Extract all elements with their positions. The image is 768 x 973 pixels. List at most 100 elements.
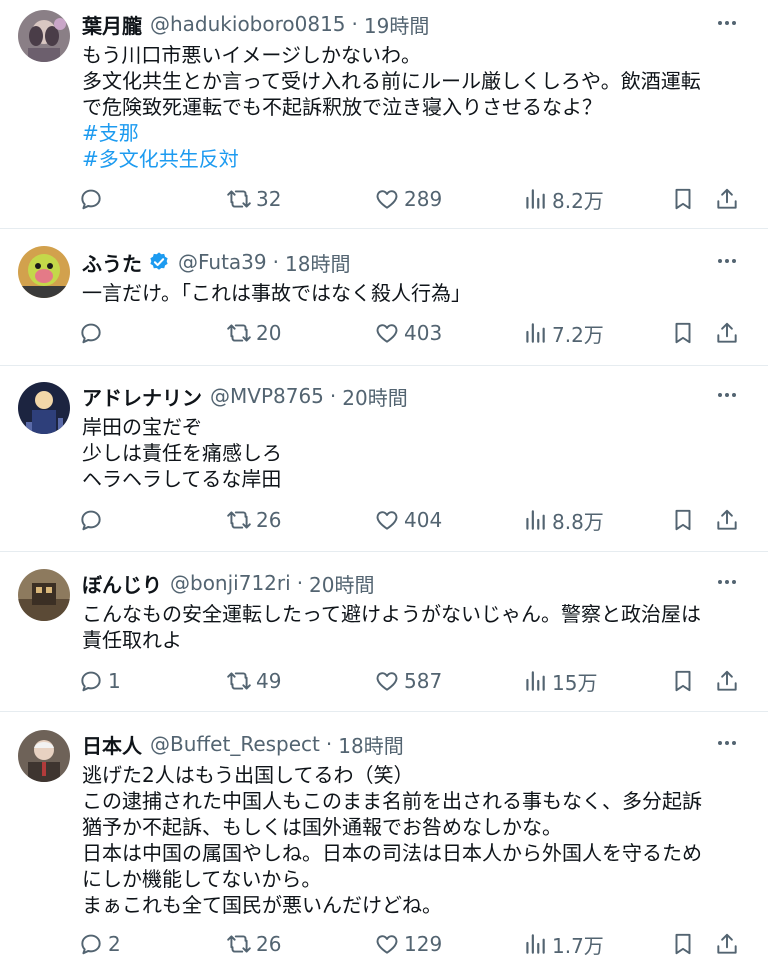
hashtag-link[interactable]: #多文化共生反対 bbox=[82, 146, 752, 172]
like-button[interactable]: 129 bbox=[374, 926, 442, 962]
avatar[interactable] bbox=[18, 382, 70, 434]
avatar[interactable] bbox=[18, 10, 70, 62]
user-handle[interactable]: @Buffet_Respect bbox=[150, 732, 320, 756]
more-icon[interactable] bbox=[712, 10, 742, 36]
user-handle[interactable]: @Futa39 bbox=[178, 250, 267, 274]
more-icon[interactable] bbox=[712, 248, 742, 274]
more-icon[interactable] bbox=[712, 569, 742, 595]
views-icon bbox=[526, 189, 545, 209]
action-bar: 2 26 129 1.7万 bbox=[78, 926, 746, 962]
bookmark-button[interactable] bbox=[670, 502, 696, 538]
tweet[interactable]: アドレナリン @MVP8765 · 20時間 岸田の宝だぞ 少しは責任を痛感しろ… bbox=[0, 378, 768, 550]
user-handle[interactable]: @MVP8765 bbox=[210, 384, 324, 408]
views-icon bbox=[526, 934, 545, 954]
retweet-button[interactable]: 32 bbox=[226, 181, 281, 217]
display-name[interactable]: アドレナリン bbox=[82, 382, 202, 411]
tweet[interactable]: 葉月朧 @hadukioboro0815 · 19時間 もう川口市悪いイメージし… bbox=[0, 6, 768, 228]
display-name[interactable]: ぼんじり bbox=[82, 569, 162, 598]
reply-icon bbox=[81, 510, 101, 531]
tweet-text: こんなもの安全運転したって避けようがないじゃん。警察と政治屋は 責任取れよ bbox=[82, 601, 752, 653]
text-line: まぁこれも全て国民が悪いんだけどね。 bbox=[82, 893, 442, 917]
share-button[interactable] bbox=[714, 315, 740, 351]
hashtag-link[interactable]: #支那 bbox=[82, 120, 752, 146]
text-line: 責任取れよ bbox=[82, 628, 182, 652]
retweet-icon bbox=[227, 190, 251, 208]
tweet-header: ふうた @Futa39 · 18時間 bbox=[82, 246, 350, 278]
bookmark-button[interactable] bbox=[670, 181, 696, 217]
text-line: こんなもの安全運転したって避けようがないじゃん。警察と政治屋は bbox=[82, 602, 701, 626]
views-button[interactable]: 1.7万 bbox=[522, 926, 604, 962]
text-line: もう川口市悪いイメージしかないわ。 bbox=[82, 43, 421, 67]
views-button[interactable]: 8.8万 bbox=[522, 502, 604, 538]
retweet-button[interactable]: 26 bbox=[226, 926, 281, 962]
bookmark-icon bbox=[675, 670, 691, 692]
reply-button[interactable] bbox=[78, 502, 108, 538]
timestamp[interactable]: 18時間 bbox=[338, 730, 403, 759]
avatar[interactable] bbox=[18, 730, 70, 782]
view-count: 8.2万 bbox=[552, 188, 604, 213]
retweet-button[interactable]: 49 bbox=[226, 663, 281, 699]
reply-button[interactable]: 2 bbox=[78, 926, 121, 962]
action-bar: 26 404 8.8万 bbox=[78, 502, 746, 538]
views-icon bbox=[526, 323, 545, 343]
retweet-count: 26 bbox=[256, 932, 282, 956]
separator: · bbox=[329, 384, 337, 408]
views-button[interactable]: 15万 bbox=[522, 663, 597, 699]
reply-button[interactable] bbox=[78, 181, 108, 217]
avatar[interactable] bbox=[18, 246, 70, 298]
retweet-button[interactable]: 26 bbox=[226, 502, 281, 538]
like-count: 129 bbox=[404, 932, 443, 956]
timestamp[interactable]: 20時間 bbox=[342, 382, 407, 411]
tweet-text: 逃げた2人はもう出国してるわ（笑） この逮捕された中国人もこのまま名前を出される… bbox=[82, 762, 752, 918]
more-icon[interactable] bbox=[712, 730, 742, 756]
views-button[interactable]: 8.2万 bbox=[522, 181, 604, 217]
like-button[interactable]: 289 bbox=[374, 181, 442, 217]
text-line: 猶予か不起訴、もしくは国外通報でお咎めなしかな。 bbox=[82, 815, 562, 839]
text-line: 多文化共生とか言って受け入れる前にルール厳しくしろや。飲酒運転 bbox=[82, 69, 701, 93]
tweet[interactable]: 日本人 @Buffet_Respect · 18時間 逃げた2人はもう出国してる… bbox=[0, 726, 768, 971]
text-line: この逮捕された中国人もこのまま名前を出される事もなく、多分起訴 bbox=[82, 789, 702, 813]
text-line: ヘラヘラしてるな岸田 bbox=[82, 467, 282, 491]
timestamp[interactable]: 19時間 bbox=[364, 10, 429, 39]
like-button[interactable]: 404 bbox=[374, 502, 442, 538]
like-count: 289 bbox=[404, 187, 443, 211]
divider bbox=[0, 365, 768, 366]
share-button[interactable] bbox=[714, 926, 740, 962]
tweet-text: 一言だけ。「これは事故ではなく殺人行為」 bbox=[82, 280, 752, 306]
divider bbox=[0, 711, 768, 712]
text-line: 一言だけ。「これは事故ではなく殺人行為」 bbox=[82, 281, 471, 305]
display-name[interactable]: 葉月朧 bbox=[82, 10, 142, 39]
share-button[interactable] bbox=[714, 502, 740, 538]
bookmark-button[interactable] bbox=[670, 315, 696, 351]
reply-button[interactable]: 1 bbox=[78, 663, 121, 699]
share-button[interactable] bbox=[714, 663, 740, 699]
like-button[interactable]: 587 bbox=[374, 663, 442, 699]
tweet[interactable]: ふうた @Futa39 · 18時間 一言だけ。「これは事故ではなく殺人行為」 … bbox=[0, 244, 768, 364]
display-name[interactable]: ふうた bbox=[82, 248, 142, 277]
bookmark-button[interactable] bbox=[670, 663, 696, 699]
user-handle[interactable]: @hadukioboro0815 bbox=[150, 12, 346, 36]
timestamp[interactable]: 20時間 bbox=[309, 569, 374, 598]
reply-count: 2 bbox=[108, 932, 121, 956]
display-name[interactable]: 日本人 bbox=[82, 730, 142, 759]
retweet-count: 49 bbox=[256, 669, 282, 693]
share-button[interactable] bbox=[714, 181, 740, 217]
like-button[interactable]: 403 bbox=[374, 315, 442, 351]
more-icon[interactable] bbox=[712, 382, 742, 408]
text-line: 少しは責任を痛感しろ bbox=[82, 441, 282, 465]
like-count: 587 bbox=[404, 669, 443, 693]
bookmark-button[interactable] bbox=[670, 926, 696, 962]
heart-icon bbox=[376, 672, 398, 691]
views-button[interactable]: 7.2万 bbox=[522, 315, 604, 351]
reply-button[interactable] bbox=[78, 315, 108, 351]
heart-icon bbox=[376, 324, 398, 343]
retweet-button[interactable]: 20 bbox=[226, 315, 281, 351]
avatar[interactable] bbox=[18, 569, 70, 621]
user-handle[interactable]: @bonji712ri bbox=[170, 571, 291, 595]
tweet[interactable]: ぼんじり @bonji712ri · 20時間 こんなもの安全運転したって避けよ… bbox=[0, 565, 768, 709]
tweet-header: ぼんじり @bonji712ri · 20時間 bbox=[82, 567, 375, 599]
timestamp[interactable]: 18時間 bbox=[285, 248, 350, 277]
views-icon bbox=[526, 671, 545, 691]
verified-badge-icon bbox=[150, 252, 168, 270]
tweet-text: 岸田の宝だぞ 少しは責任を痛感しろ ヘラヘラしてるな岸田 bbox=[82, 414, 752, 492]
